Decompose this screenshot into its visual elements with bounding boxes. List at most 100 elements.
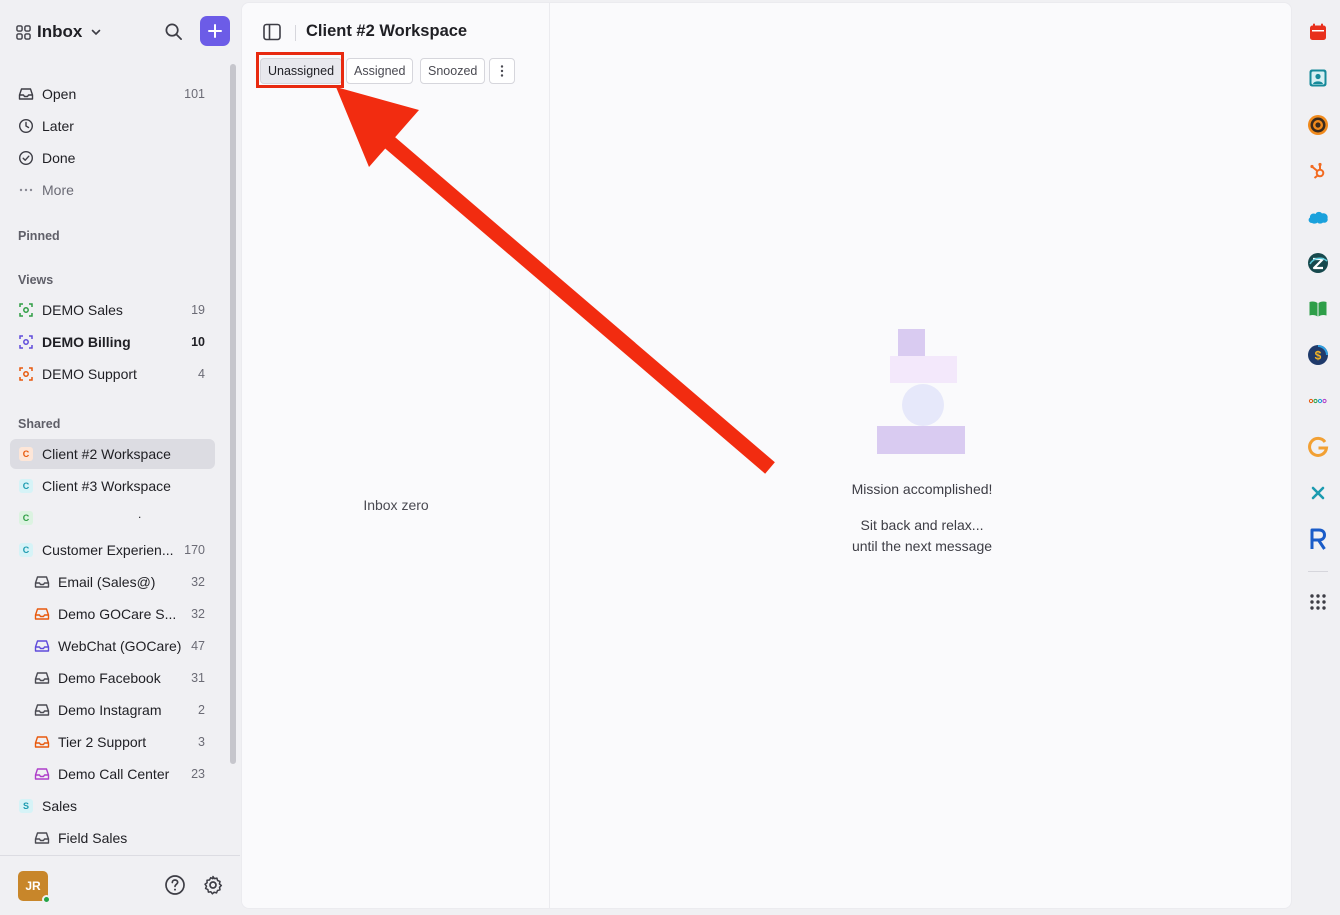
sidebar-item-label: Demo GOCare S... [58,606,177,622]
target-app-icon [1308,115,1328,135]
sidebar-item-open[interactable]: Open 101 [10,79,215,109]
book-icon [1309,301,1327,317]
rail-dollar-app[interactable]: $ [1306,343,1330,367]
title-divider [295,25,296,41]
sidebar-item-webchat-gocare[interactable]: WebChat (GOCare) 47 [10,631,215,661]
ellipsis-icon [18,182,34,198]
sidebar-header: Inbox [0,0,240,62]
settings-button[interactable] [201,873,225,897]
sidebar-item-demo-billing[interactable]: DEMO Billing 10 [10,327,215,357]
rail-target-app[interactable] [1306,113,1330,137]
rail-x-app[interactable] [1306,481,1330,505]
contacts-icon [1309,69,1327,87]
sidebar-item-count: 170 [184,543,205,557]
avatar-initials: JR [25,879,41,893]
sidebar-item-label: Demo Instagram [58,702,162,718]
sidebar-item-sales[interactable]: S Sales [10,791,215,821]
empty-state-subtitle: Sit back and relax... until the next mes… [551,515,1291,557]
sidebar-item-email-sales[interactable]: Email (Sales@) 32 [10,567,215,597]
rail-hubspot[interactable] [1306,159,1330,183]
sidebar-item-demo-instagram[interactable]: Demo Instagram 2 [10,695,215,725]
rail-google[interactable] [1306,435,1330,459]
views-section-label: Views [18,273,54,287]
sidebar-item-label: Demo Call Center [58,766,170,782]
dollar-app-icon: $ [1308,345,1328,365]
sidebar-item-redacted-workspace[interactable]: C . [10,503,215,533]
inbox-tray-icon [34,830,50,846]
sidebar-item-demo-support[interactable]: DEMO Support 4 [10,359,215,389]
rail-contacts[interactable] [1306,66,1330,90]
sidebar-item-label: DEMO Sales [42,302,123,318]
sidebar-item-demo-facebook[interactable]: Demo Facebook 31 [10,663,215,693]
rail-all-apps[interactable] [1306,590,1330,614]
sidebar-item-later[interactable]: Later [10,111,215,141]
inbox-title: Inbox [37,22,83,41]
rail-salesforce[interactable] [1306,205,1330,229]
sidebar-item-field-sales[interactable]: Field Sales [10,823,215,853]
empty-state-title: Mission accomplished! [851,481,993,497]
page-title: Client #2 Workspace [306,22,468,40]
search-icon [165,23,182,40]
app-rail: $ [1296,0,1340,915]
sidebar-item-label: Email (Sales@) [58,574,156,590]
inbox-tray-icon [34,638,50,654]
sidebar-item-demo-gocare[interactable]: Demo GOCare S... 32 [10,599,215,629]
sidebar-item-label: Field Sales [58,830,128,846]
sidebar-item-demo-sales[interactable]: DEMO Sales 19 [10,295,215,325]
sidebar-item-count: 101 [184,87,205,101]
sidebar-item-count: 3 [198,735,205,749]
inbox-tray-icon [34,606,50,622]
sidebar-item-customer-experience[interactable]: C Customer Experien... 170 [10,535,215,565]
sidebar: Inbox Open 101 Later Done More Pinned Vi… [0,0,240,915]
conversation-detail-pane: Mission accomplished! Sit back and relax… [551,3,1291,908]
sidebar-item-label: . [138,507,142,521]
sidebar-item-client-3-workspace[interactable]: C Client #3 Workspace [10,471,215,501]
sidebar-item-label: Done [42,150,76,166]
more-tabs-button[interactable] [489,58,515,84]
sidebar-panel-icon [263,23,281,41]
sidebar-item-client-2-workspace[interactable]: C Client #2 Workspace [10,439,215,469]
toggle-sidebar-button[interactable] [262,22,282,42]
sidebar-item-more[interactable]: More [10,175,215,205]
rail-r-app[interactable] [1306,527,1330,551]
sidebar-scrollbar[interactable] [230,64,236,764]
inbox-switcher[interactable]: Inbox [16,20,102,44]
inbox-tray-icon [34,670,50,686]
sidebar-footer: JR [0,855,240,915]
sidebar-item-count: 32 [191,575,205,589]
sidebar-item-demo-call-center[interactable]: Demo Call Center 23 [10,759,215,789]
sidebar-item-label: WebChat (GOCare) [58,638,182,654]
shared-section-label: Shared [18,417,61,431]
rail-zendesk[interactable] [1306,251,1330,275]
tab-assigned[interactable]: Assigned [346,58,414,84]
view-icon [18,302,34,318]
empty-list-message: Inbox zero [363,497,429,513]
salesforce-icon [1308,211,1328,224]
gear-icon [204,875,223,895]
inbox-tray-icon [18,86,34,102]
tab-unassigned[interactable]: Unassigned [260,58,343,84]
r-app-icon [1310,528,1326,550]
compose-button[interactable] [200,16,230,46]
tab-snoozed[interactable]: Snoozed [420,58,486,84]
clock-icon [18,118,34,134]
workspace-badge: C [18,478,34,494]
rail-dots-app[interactable] [1306,389,1330,413]
help-icon [165,875,185,895]
sidebar-item-tier-2-support[interactable]: Tier 2 Support 3 [10,727,215,757]
search-button[interactable] [160,18,186,44]
rail-calendar[interactable] [1306,20,1330,44]
help-button[interactable] [163,873,187,897]
rail-divider [1308,571,1328,572]
inbox-tray-icon [34,574,50,590]
sidebar-item-label: Tier 2 Support [58,734,147,750]
app-grid-icon [1310,594,1326,610]
workspace-badge: C [18,542,34,558]
sidebar-item-label: DEMO Billing [42,334,131,350]
sidebar-item-done[interactable]: Done [10,143,215,173]
rail-book[interactable] [1306,297,1330,321]
sidebar-item-label: Client #2 Workspace [42,446,171,462]
avatar[interactable]: JR [18,871,51,904]
plus-icon [208,24,222,38]
sidebar-item-label: Demo Facebook [58,670,161,686]
